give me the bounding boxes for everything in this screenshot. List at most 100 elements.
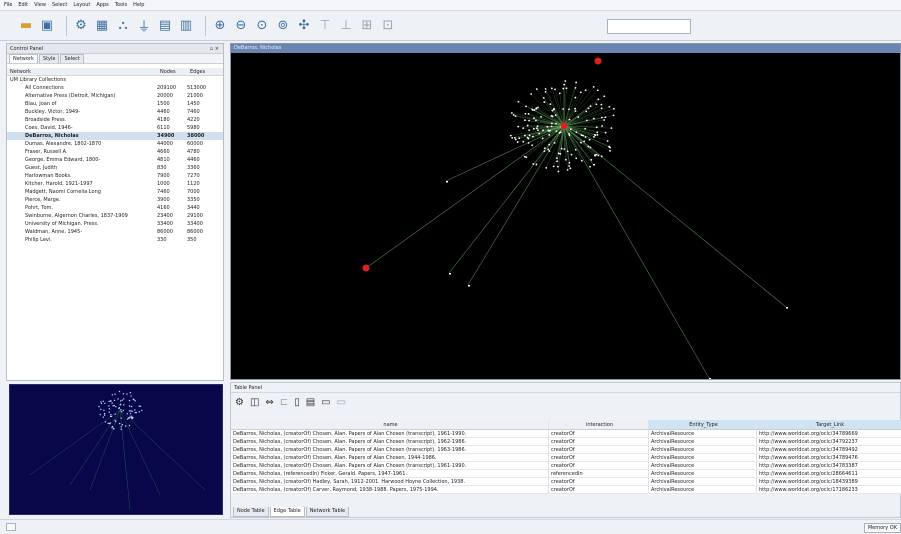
network-list-item[interactable]: Pohrt, Tom. 4160 3440 [7, 204, 223, 212]
column-header-target-link[interactable]: Target_Link [757, 420, 901, 429]
network-list-item[interactable]: Fraser, Russell A. 4660 4780 [7, 148, 223, 156]
menu-layout[interactable]: Layout [73, 2, 90, 8]
memory-status-button[interactable]: Memory OK [863, 523, 901, 533]
show-icon[interactable]: ⊥ [338, 18, 354, 34]
menu-edit[interactable]: Edit [18, 2, 28, 8]
edge-count: 29100 [187, 213, 203, 219]
tab-node-table[interactable]: Node Table [233, 507, 269, 517]
network-node [603, 119, 605, 121]
network-list-item[interactable]: All Connections 209100 513000 [7, 84, 223, 92]
import-network-icon[interactable]: ⚙ [73, 18, 89, 34]
column-header-interaction[interactable]: interaction [549, 420, 649, 429]
column-header-network[interactable]: Network [7, 69, 157, 75]
network-list-item[interactable]: Coes, David, 1946- 6110 5980 [7, 124, 223, 132]
table-row[interactable]: DeBarros, Nicholas, (creatorOf) Carver, … [231, 486, 901, 494]
filter-icon[interactable]: ⏚ [136, 18, 152, 35]
zoom-selected-icon[interactable]: ⊚ [275, 18, 291, 34]
network-list-item[interactable]: Kitcher, Harold, 1921-1997 1000 1120 [7, 180, 223, 188]
network-list-item[interactable]: George, Emma Edward, 1800- 4810 4460 [7, 156, 223, 164]
zoom-in-icon[interactable]: ⊕ [212, 18, 228, 34]
menu-tools[interactable]: Tools [115, 2, 127, 8]
tab-network-table[interactable]: Network Table [305, 507, 350, 517]
import-table-icon[interactable]: ▦ [94, 18, 110, 34]
network-list-item[interactable]: Philip Levi. 330 350 [7, 236, 223, 244]
table-row[interactable]: DeBarros, Nicholas, (creatorOf) Chosen, … [231, 462, 901, 470]
cell-entity-type: ArchivalResource [649, 438, 757, 445]
tab-network[interactable]: Network [9, 54, 38, 63]
column-header-entity-type[interactable]: Entity_Type [649, 420, 757, 429]
network-node [786, 307, 788, 309]
save-icon[interactable]: ▣ [39, 18, 55, 34]
network-list-item[interactable]: Madgett, Naomi Cornelia Long 7460 7000 [7, 188, 223, 196]
table-row[interactable]: DeBarros, Nicholas, (creatorOf) Hadley, … [231, 478, 901, 486]
export-icon[interactable]: ▥ [178, 18, 194, 34]
link-icon[interactable]: ⇔ [265, 397, 273, 408]
delete-icon[interactable]: ▤ [306, 397, 315, 408]
import-icon[interactable]: ▭ [321, 397, 330, 408]
network-list-item[interactable]: Swinburne, Algernon Charles, 1837-1909 23… [7, 212, 223, 220]
network-icon[interactable]: ⛬ [115, 18, 131, 34]
network-list-item[interactable]: Waldman, Anne, 1945- 86000 86000 [7, 228, 223, 236]
search-input[interactable] [607, 19, 691, 34]
navigator-node [111, 426, 113, 429]
edge-count: 33400 [187, 221, 203, 227]
menu-apps[interactable]: Apps [96, 2, 108, 8]
table-row[interactable]: DeBarros, Nicholas, (referencedIn) Ficke… [231, 470, 901, 478]
network-node [549, 103, 552, 106]
network-list-item[interactable]: University of Michigan. Press. 33400 33400 [7, 220, 223, 228]
network-node [543, 150, 546, 152]
network-navigator[interactable] [9, 384, 223, 515]
function-icon[interactable]: ⊏ [280, 397, 288, 408]
zoom-fit-icon[interactable]: ⊙ [254, 18, 270, 34]
gear-icon[interactable]: ⚙ [235, 397, 244, 408]
help-icon[interactable]: ⊡ [380, 18, 396, 34]
status-icon[interactable] [6, 523, 16, 531]
network-list-item[interactable]: Harlowman Books. 7900 7270 [7, 172, 223, 180]
table-row[interactable]: DeBarros, Nicholas, (creatorOf) Chosen, … [231, 430, 901, 438]
network-list-item[interactable]: Guest, Judith 830 3360 [7, 164, 223, 172]
table-row[interactable]: DeBarros, Nicholas, (creatorOf) Chosen, … [231, 454, 901, 462]
network-node [552, 165, 555, 168]
network-list-item[interactable]: Dumas, Alexandre, 1802-1870 44000 60000 [7, 140, 223, 148]
menu-help[interactable]: Help [133, 2, 144, 8]
network-list-item[interactable]: Buckley, Victor, 1949- 4460 7460 [7, 108, 223, 116]
network-list-item[interactable]: DeBarros, Nicholas 34900 38000 [7, 132, 223, 140]
network-node [550, 87, 553, 90]
network-list-item[interactable]: Alternative Press (Detroit, Michigan) 200… [7, 92, 223, 100]
column-header-edges[interactable]: Edges [187, 69, 217, 75]
network-node [594, 154, 596, 156]
network-node [550, 115, 553, 117]
network-view[interactable]: DeBarros, Nicholas [230, 43, 901, 380]
navigator-node [139, 405, 142, 407]
layout-icon[interactable]: ▤ [157, 18, 173, 34]
network-list-item[interactable]: Pierce, Marge. 3900 3350 [7, 196, 223, 204]
navigator-node [107, 422, 109, 425]
zoom-out-icon[interactable]: ⊖ [233, 18, 249, 34]
menu-file[interactable]: File [4, 2, 12, 8]
network-list-item[interactable]: Blau, Joan of 1500 1450 [7, 100, 223, 108]
network-list-item[interactable]: UM Library Collections [7, 76, 223, 84]
table-row[interactable]: DeBarros, Nicholas, (creatorOf) Chosen, … [231, 438, 901, 446]
menu-view[interactable]: View [34, 2, 46, 8]
open-folder-icon[interactable]: ▬ [18, 18, 34, 34]
navigator-node [108, 408, 111, 410]
refresh-icon[interactable]: ✣ [296, 18, 312, 34]
menu-select[interactable]: Select [52, 2, 67, 8]
export-icon[interactable]: ▭ [337, 397, 346, 408]
network-canvas[interactable] [231, 53, 900, 379]
column-header-name[interactable]: name [231, 420, 549, 429]
table-row[interactable]: DeBarros, Nicholas, (creatorOf) Chosen, … [231, 446, 901, 454]
hide-icon[interactable]: ⊤ [317, 18, 333, 34]
network-list-item[interactable]: Broadside Press. 4180 4220 [7, 116, 223, 124]
network-node [564, 80, 567, 82]
tab-select[interactable]: Select [60, 54, 84, 63]
panel-close-icon[interactable]: ▫ × [210, 46, 219, 52]
columns-icon[interactable]: ◫ [250, 397, 259, 408]
expand-icon[interactable]: ⊞ [359, 18, 375, 34]
navigator-node [122, 393, 125, 395]
tab-style[interactable]: Style [38, 54, 60, 63]
column-header-nodes[interactable]: Nodes [157, 69, 187, 75]
network-node [528, 134, 531, 137]
new-table-icon[interactable]: ▯ [294, 397, 300, 408]
tab-edge-table[interactable]: Edge Table [269, 507, 305, 517]
